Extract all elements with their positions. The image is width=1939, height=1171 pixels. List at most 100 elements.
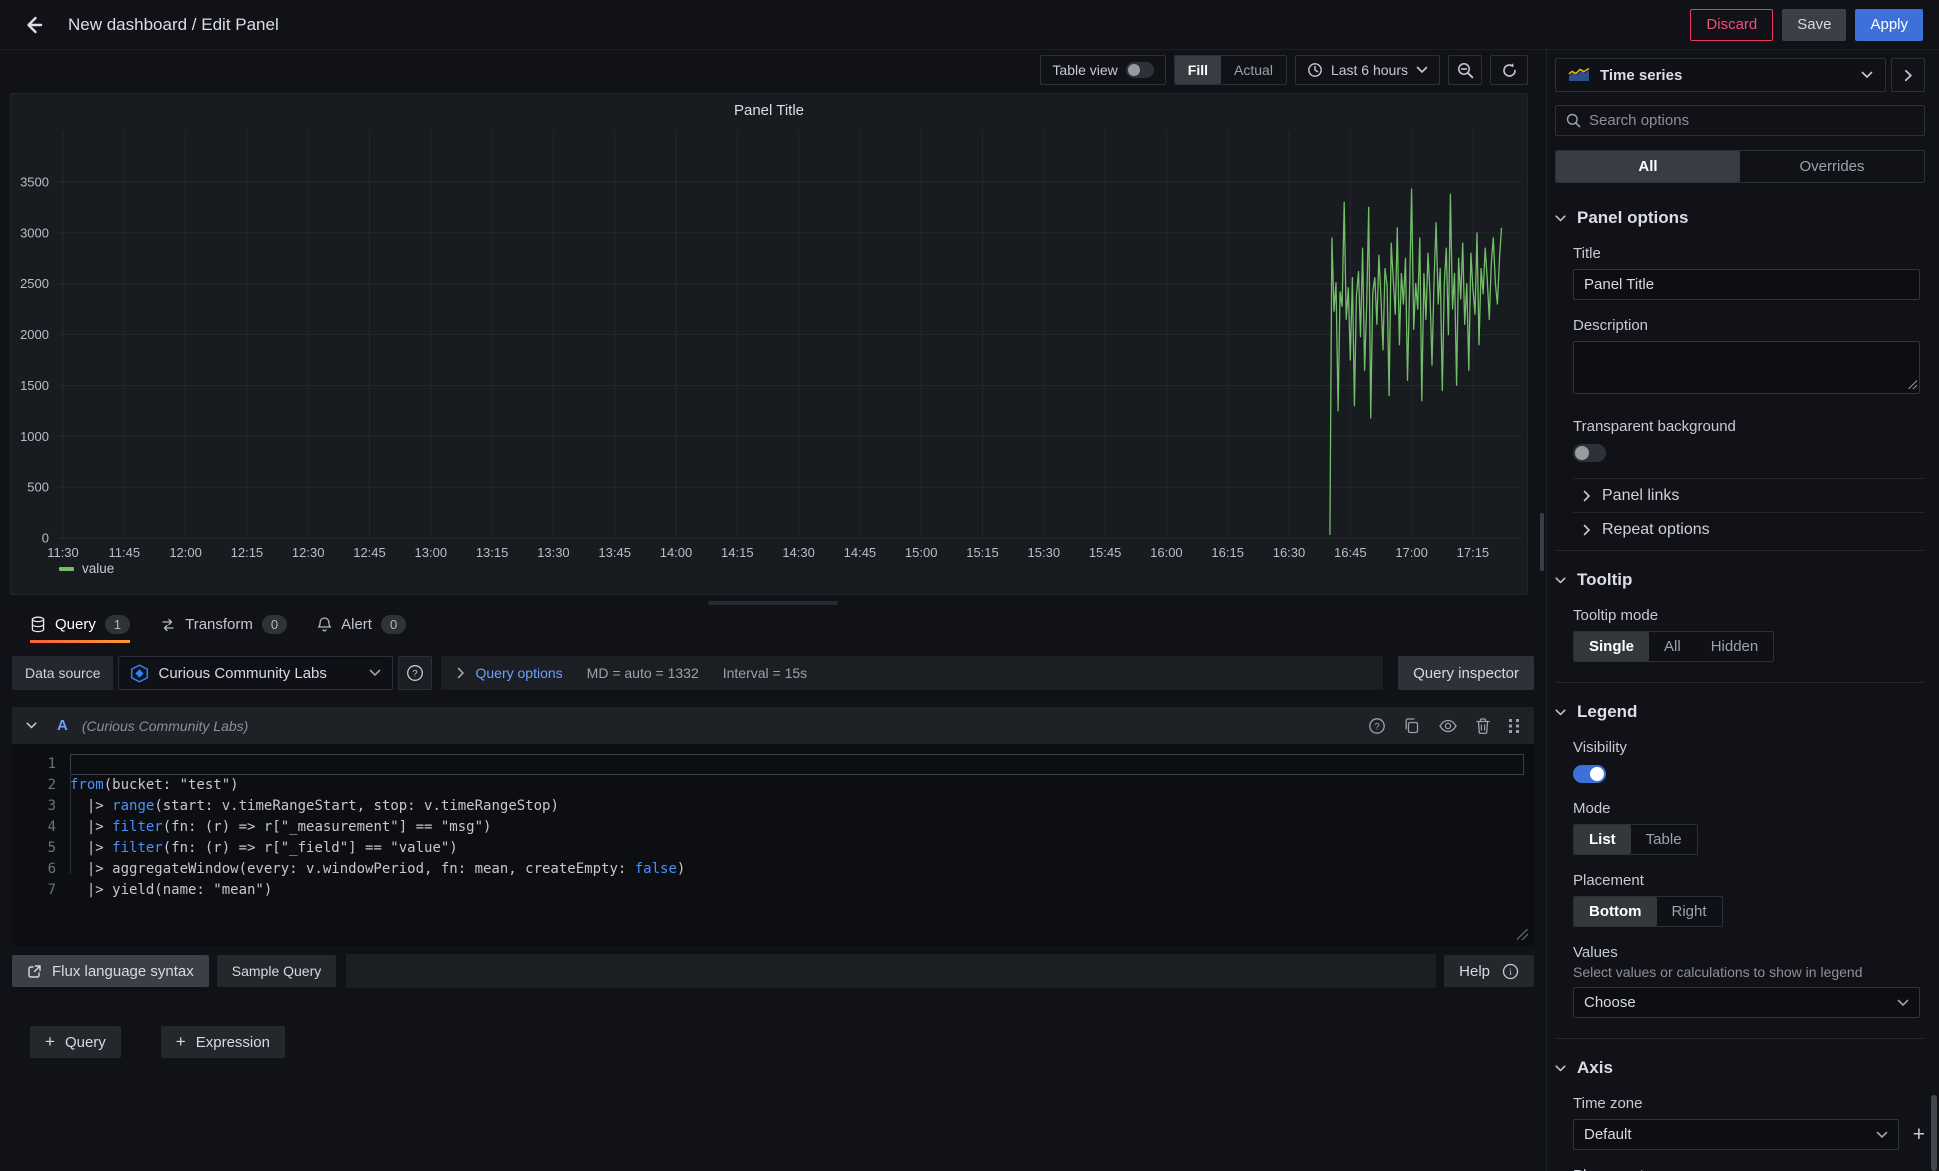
- drag-handle-icon[interactable]: [1508, 717, 1520, 735]
- svg-text:2500: 2500: [20, 276, 49, 291]
- query-options-link[interactable]: Query options: [475, 665, 562, 681]
- panel-options-header[interactable]: Panel options: [1555, 208, 1925, 228]
- query-header[interactable]: A (Curious Community Labs) ?: [12, 707, 1534, 744]
- legend-mode-table[interactable]: Table: [1631, 825, 1697, 854]
- hide-query-icon[interactable]: [1438, 717, 1458, 735]
- svg-text:13:45: 13:45: [598, 545, 631, 560]
- add-query-button[interactable]: + Query: [30, 1026, 121, 1058]
- textarea-resize-icon[interactable]: [1908, 380, 1917, 389]
- legend-placement-label: Placement: [1573, 872, 1925, 889]
- legend-values-label: Values: [1573, 944, 1925, 961]
- datasource-picker[interactable]: Curious Community Labs: [118, 656, 393, 690]
- legend-values-select[interactable]: Choose: [1573, 987, 1920, 1018]
- time-range-picker[interactable]: Last 6 hours: [1295, 55, 1440, 85]
- divider: [1555, 682, 1925, 683]
- page-title: New dashboard / Edit Panel: [68, 15, 279, 35]
- remove-query-icon[interactable]: [1475, 717, 1491, 735]
- tab-query[interactable]: Query 1: [30, 615, 130, 643]
- chevron-down-icon[interactable]: [26, 722, 37, 729]
- datasource-help-button[interactable]: ?: [398, 656, 432, 690]
- transparent-bg-label: Transparent background: [1573, 418, 1925, 435]
- axis-header[interactable]: Axis: [1555, 1058, 1925, 1078]
- discard-button[interactable]: Discard: [1690, 9, 1773, 41]
- add-expression-button[interactable]: + Expression: [161, 1026, 285, 1058]
- legend-mode-list[interactable]: List: [1574, 825, 1631, 854]
- section-axis: Axis Time zone Default + Placement: [1555, 1058, 1925, 1171]
- legend-series-label[interactable]: value: [82, 561, 114, 576]
- repeat-options-row[interactable]: Repeat options: [1583, 513, 1925, 546]
- options-sidebar: Time series All Ove: [1546, 50, 1939, 1171]
- pane-splitter-handle[interactable]: [1540, 513, 1544, 571]
- chevron-down-icon: [1861, 71, 1873, 79]
- svg-text:500: 500: [27, 480, 49, 495]
- chevron-down-icon: [1897, 999, 1909, 1007]
- query-inspector-button[interactable]: Query inspector: [1398, 656, 1534, 690]
- svg-text:11:30: 11:30: [47, 545, 79, 560]
- help-button[interactable]: Help i: [1444, 955, 1534, 987]
- chevron-right-icon: [1583, 524, 1591, 536]
- svg-text:12:30: 12:30: [292, 545, 325, 560]
- panel-title-input[interactable]: [1573, 269, 1920, 300]
- chevron-down-icon: [369, 669, 381, 677]
- panel-links-row[interactable]: Panel links: [1583, 479, 1925, 512]
- search-input[interactable]: [1589, 112, 1914, 129]
- tab-transform[interactable]: Transform 0: [160, 615, 287, 643]
- legend-placement-bottom[interactable]: Bottom: [1574, 897, 1657, 926]
- query-ref-id[interactable]: A: [57, 717, 68, 734]
- table-view-toggle[interactable]: [1126, 62, 1154, 78]
- save-button[interactable]: Save: [1782, 9, 1846, 41]
- actual-option[interactable]: Actual: [1221, 56, 1286, 84]
- visualization-picker[interactable]: Time series: [1555, 58, 1886, 92]
- svg-text:15:45: 15:45: [1089, 545, 1122, 560]
- horizontal-resize-handle[interactable]: [708, 601, 838, 605]
- svg-text:13:15: 13:15: [476, 545, 509, 560]
- zoom-out-button[interactable]: [1448, 55, 1482, 85]
- svg-text:16:45: 16:45: [1334, 545, 1367, 560]
- tooltip-mode-hidden[interactable]: Hidden: [1696, 632, 1774, 661]
- svg-text:0: 0: [42, 531, 49, 546]
- fill-option[interactable]: Fill: [1175, 56, 1221, 84]
- sample-query-button[interactable]: Sample Query: [217, 955, 336, 987]
- tab-alert[interactable]: Alert 0: [317, 615, 406, 643]
- legend-placement-right[interactable]: Right: [1657, 897, 1722, 926]
- options-search[interactable]: [1555, 105, 1925, 136]
- repeat-options-label: Repeat options: [1602, 521, 1710, 539]
- timezone-select[interactable]: Default: [1573, 1119, 1899, 1150]
- description-textarea[interactable]: [1573, 341, 1920, 394]
- tooltip-title: Tooltip: [1577, 570, 1632, 590]
- tab-all[interactable]: All: [1556, 151, 1740, 182]
- legend-header[interactable]: Legend: [1555, 702, 1925, 722]
- tooltip-mode-single[interactable]: Single: [1574, 632, 1649, 661]
- flux-syntax-button[interactable]: Flux language syntax: [12, 955, 209, 987]
- duplicate-query-icon[interactable]: [1403, 717, 1421, 735]
- add-timezone-button[interactable]: +: [1913, 1124, 1925, 1145]
- code-lines[interactable]: from(bucket: "test") |> range(start: v.t…: [70, 754, 1530, 932]
- tooltip-mode-all[interactable]: All: [1649, 632, 1696, 661]
- section-panel-options: Panel options Title Description Transpar…: [1555, 208, 1925, 551]
- tooltip-header[interactable]: Tooltip: [1555, 570, 1925, 590]
- tab-overrides[interactable]: Overrides: [1740, 151, 1924, 182]
- back-button[interactable]: [16, 8, 50, 42]
- refresh-button[interactable]: [1490, 55, 1528, 85]
- collapse-pane-button[interactable]: [1891, 58, 1925, 92]
- apply-button[interactable]: Apply: [1855, 9, 1923, 41]
- svg-text:12:15: 12:15: [231, 545, 264, 560]
- chevron-right-icon: [457, 667, 465, 679]
- transparent-bg-toggle[interactable]: [1573, 444, 1606, 462]
- tab-alert-label: Alert: [341, 616, 372, 633]
- flux-code-editor[interactable]: 1234567 from(bucket: "test") |> range(st…: [12, 744, 1534, 946]
- legend-visibility-toggle[interactable]: [1573, 765, 1606, 783]
- svg-text:16:30: 16:30: [1273, 545, 1306, 560]
- indent-guide: [70, 771, 71, 874]
- svg-text:12:00: 12:00: [169, 545, 202, 560]
- axis-title: Axis: [1577, 1058, 1613, 1078]
- alert-count-badge: 0: [381, 615, 406, 634]
- editor-resize-handle[interactable]: [1517, 929, 1528, 940]
- chart-svg[interactable]: 050010001500200025003000350011:3011:4512…: [11, 119, 1527, 565]
- zoom-out-icon: [1457, 62, 1474, 79]
- grafana-edit-panel: New dashboard / Edit Panel Discard Save …: [0, 0, 1939, 1171]
- sidebar-scrollbar[interactable]: [1931, 1095, 1937, 1171]
- info-circle-icon: i: [1502, 963, 1519, 980]
- query-help-icon[interactable]: ?: [1368, 717, 1386, 735]
- legend-values-desc: Select values or calculations to show in…: [1573, 964, 1925, 980]
